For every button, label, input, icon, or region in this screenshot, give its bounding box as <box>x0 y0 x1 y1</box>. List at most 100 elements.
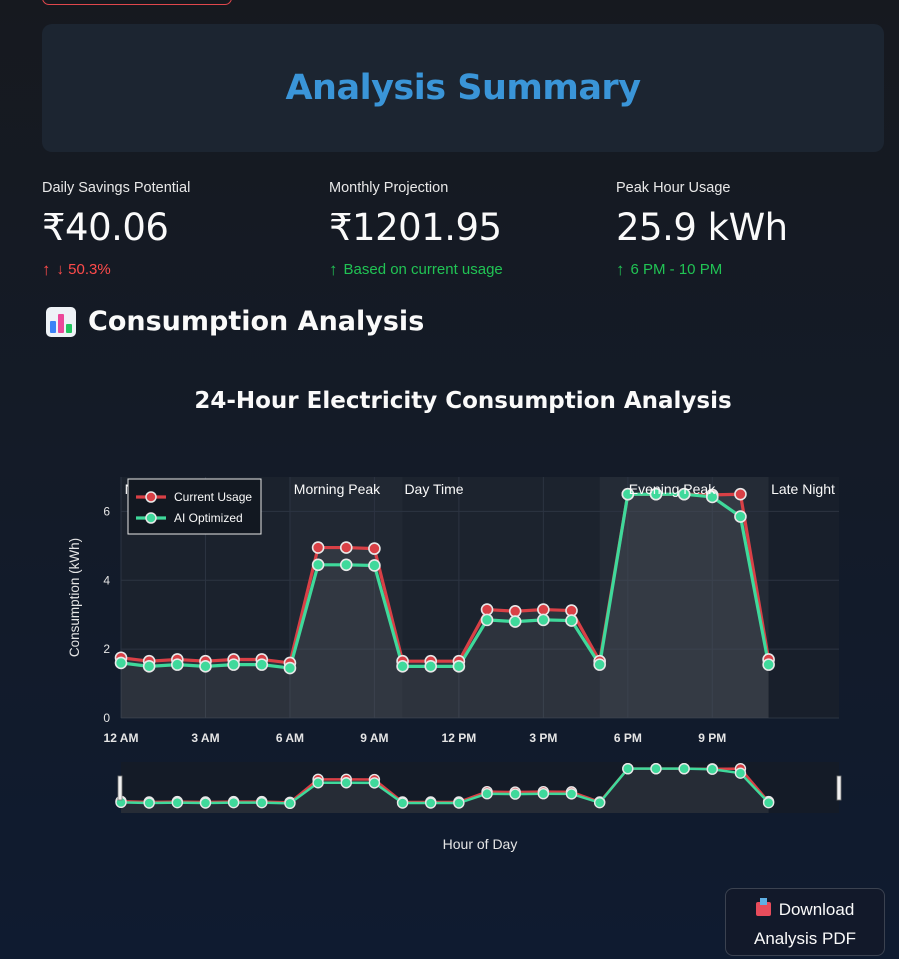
data-point <box>114 656 128 670</box>
range-slider-point <box>425 797 437 809</box>
data-point <box>255 658 269 671</box>
data-point <box>480 603 494 616</box>
range-slider-point <box>340 777 352 789</box>
analysis-summary-card: Analysis Summary <box>42 24 884 152</box>
chart-title: 24-Hour Electricity Consumption Analysis <box>194 388 731 414</box>
x-tick-label: 6 AM <box>276 731 304 745</box>
x-tick-label: 3 PM <box>529 731 557 745</box>
download-label-line2: Analysis PDF <box>753 929 857 948</box>
range-slider-point <box>396 797 409 809</box>
data-point <box>199 660 212 673</box>
metric-peak-hour: Peak Hour Usage 25.9 kWh ↑ 6 PM - 10 PM <box>616 180 876 278</box>
arrow-up-icon: ↑ <box>616 260 625 279</box>
range-slider-point <box>368 777 381 789</box>
metric-delta: ↑ Based on current usage <box>329 261 589 278</box>
legend-label: AI Optimized <box>174 511 243 525</box>
metric-delta: ↑ 6 PM - 10 PM <box>616 261 876 278</box>
metric-monthly-projection: Monthly Projection ₹1201.95 ↑ Based on c… <box>329 180 589 278</box>
data-point <box>762 658 775 671</box>
range-slider-point <box>565 788 578 800</box>
metric-delta-text: 6 PM - 10 PM <box>630 261 723 278</box>
metric-delta-text: ↓ 50.3% <box>56 261 111 278</box>
range-slider-point <box>762 796 775 809</box>
legend-box <box>127 478 262 535</box>
x-tick-label: 12 AM <box>104 731 139 745</box>
metric-value: ₹1201.95 <box>329 206 502 249</box>
range-slider-point <box>312 777 324 789</box>
data-point <box>171 658 184 671</box>
y-tick-label: 0 <box>103 711 110 725</box>
data-point <box>424 660 438 673</box>
metric-value: ₹40.06 <box>42 206 169 249</box>
x-tick-label: 9 AM <box>360 731 388 745</box>
summary-title: Analysis Summary <box>285 68 641 108</box>
data-point <box>283 661 297 675</box>
period-label: Day Time <box>404 481 463 497</box>
data-point <box>368 542 381 555</box>
data-point <box>339 541 353 554</box>
data-point <box>537 603 550 616</box>
x-tick-label: 6 PM <box>614 731 642 745</box>
range-slider-handle-left[interactable] <box>117 775 123 801</box>
range-slider-point <box>706 763 718 775</box>
download-pdf-button[interactable]: Download Analysis PDF <box>725 888 885 956</box>
range-slider-point <box>256 796 268 809</box>
inbox-tray-icon <box>755 898 771 916</box>
download-label-line1: Download <box>778 900 855 919</box>
metric-delta: ↑ ↓ 50.3% <box>42 261 302 278</box>
arrow-up-icon: ↑ <box>329 260 338 279</box>
metric-value: 25.9 kWh <box>616 206 788 249</box>
metric-label: Monthly Projection <box>329 180 449 196</box>
metric-label: Daily Savings Potential <box>42 180 191 196</box>
data-point <box>311 541 325 554</box>
data-point <box>452 660 466 673</box>
range-slider-point <box>453 797 465 809</box>
x-tick-label: 9 PM <box>698 731 726 745</box>
data-point <box>734 510 747 523</box>
data-point <box>565 614 578 627</box>
range-slider-point <box>227 796 240 809</box>
metric-label: Peak Hour Usage <box>616 180 731 196</box>
data-point <box>368 559 381 572</box>
data-point <box>311 558 325 572</box>
range-slider-point <box>143 797 155 809</box>
y-tick-label: 4 <box>103 573 110 587</box>
data-point <box>508 604 522 618</box>
period-label: Morning Peak <box>294 481 381 497</box>
data-point <box>396 660 409 673</box>
x-tick-label: 3 AM <box>191 731 219 745</box>
range-slider-handle-right[interactable] <box>836 775 842 801</box>
range-slider-point <box>284 797 296 810</box>
range-slider-point <box>509 788 521 800</box>
range-slider-point <box>678 762 690 775</box>
metric-delta-text: Based on current usage <box>343 261 503 278</box>
y-axis-label: Consumption (kWh) <box>67 538 82 657</box>
period-band <box>769 477 839 718</box>
data-point <box>593 658 606 671</box>
data-point <box>734 487 747 501</box>
period-label: Late Night <box>771 481 835 497</box>
legend-label: Current Usage <box>174 490 252 504</box>
top-button[interactable] <box>42 0 232 5</box>
legend: Current Usage AI Optimized <box>127 478 262 535</box>
arrow-up-icon: ↑ <box>42 260 51 279</box>
legend-swatch-marker <box>145 491 157 503</box>
metric-daily-savings: Daily Savings Potential ₹40.06 ↑ ↓ 50.3% <box>42 180 302 278</box>
data-point <box>142 660 156 673</box>
x-axis-label: Hour of Day <box>443 836 518 852</box>
consumption-chart[interactable]: 24-Hour Electricity Consumption Analysis… <box>0 370 899 870</box>
range-slider-point <box>593 796 606 809</box>
legend-swatch-marker <box>145 512 157 524</box>
section-title: Consumption Analysis <box>88 306 425 337</box>
data-point <box>227 658 240 671</box>
data-point <box>508 615 522 628</box>
y-tick-label: 2 <box>103 642 110 656</box>
range-slider-point <box>481 788 493 800</box>
y-tick-label: 6 <box>103 504 110 518</box>
bar-chart-icon <box>46 306 76 337</box>
range-slider-point <box>650 762 662 775</box>
data-point <box>339 558 353 572</box>
range-slider-point <box>199 797 212 809</box>
consumption-analysis-header: Consumption Analysis <box>46 306 424 337</box>
range-slider-point <box>537 788 550 800</box>
